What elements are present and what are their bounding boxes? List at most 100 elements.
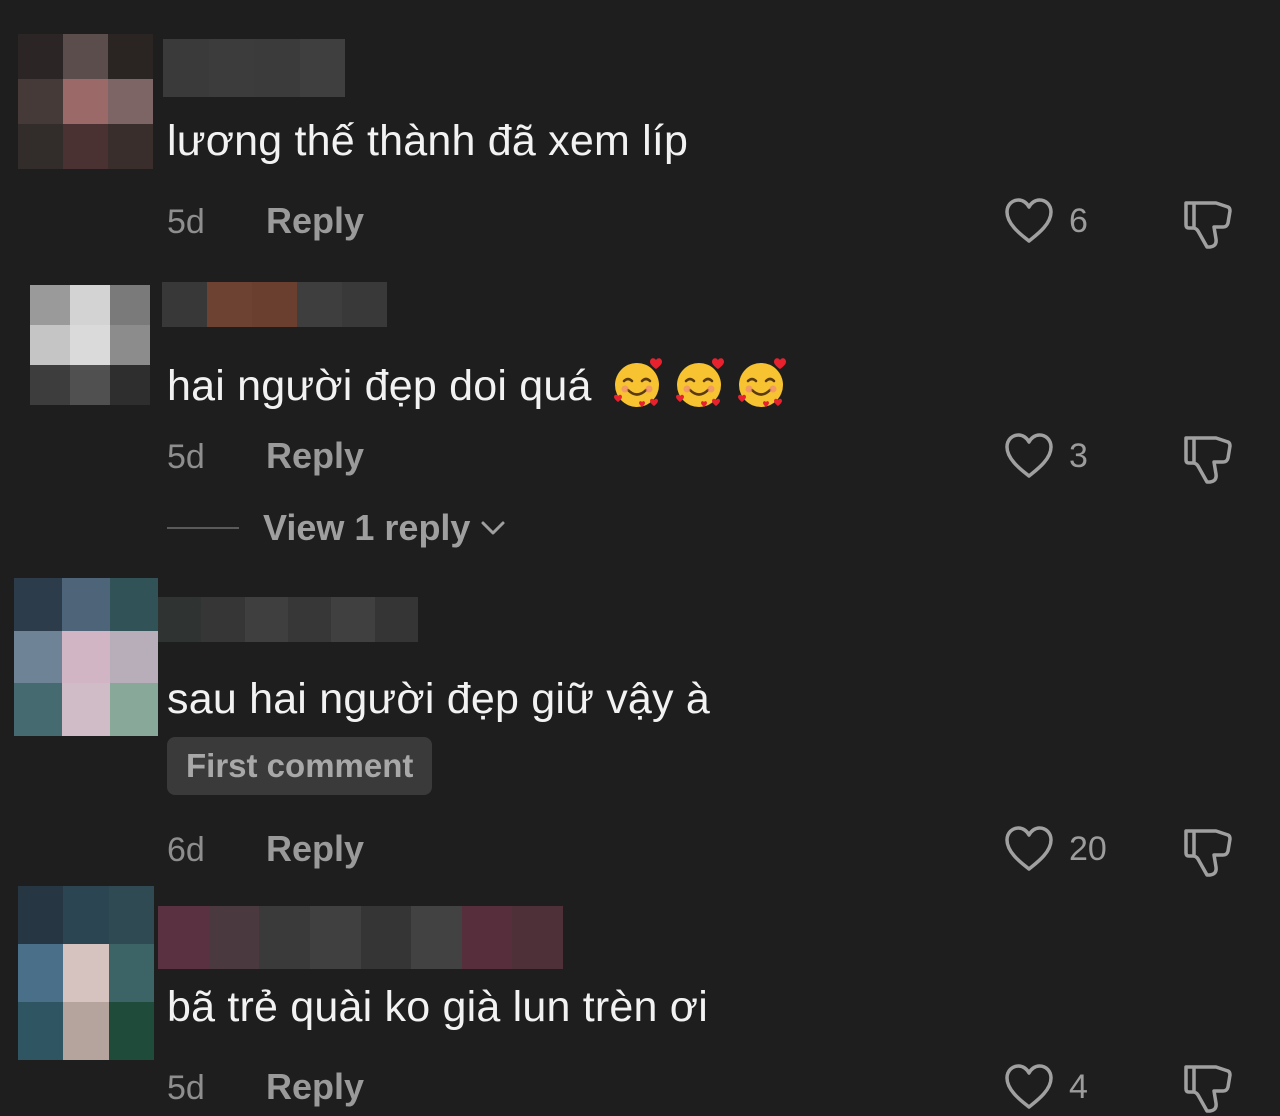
avatar-pixel [70,285,110,325]
avatar-pixel [18,34,63,79]
username-pixel [207,282,252,327]
avatar-pixel [108,1002,154,1060]
like-button[interactable]: 20 [1003,825,1107,873]
username-pixel [252,282,297,327]
reply-button[interactable]: Reply [266,438,364,474]
avatar-pixel [14,683,62,736]
avatar-pixel [62,630,110,684]
username[interactable] [158,906,563,969]
avatar-pixel [110,365,150,405]
avatar-pixel [70,325,110,365]
username-pixel [331,597,375,642]
avatar-pixel [18,1002,64,1060]
comment-text: hai người đẹp doi quá [167,356,790,410]
username[interactable] [163,39,345,97]
heart-icon [1005,433,1053,478]
reply-button[interactable]: Reply [266,203,364,239]
avatar-pixel [18,886,64,944]
avatar-pixel [30,285,70,325]
avatar-pixel [110,683,158,736]
reply-button[interactable]: Reply [266,831,364,867]
smiling-face-with-hearts-icon [613,358,662,407]
username-pixel [208,39,254,97]
comment-text: sau hai người đẹp giữ vậy à [167,675,710,723]
divider-line [167,527,239,529]
thumbs-down-icon[interactable] [1180,197,1234,251]
avatar-pixel [63,886,109,944]
avatar-pixel [110,578,158,631]
username-pixel [158,597,202,642]
username[interactable] [162,282,387,327]
username-pixel [342,282,387,327]
chevron-down-icon [481,521,505,535]
avatar-pixel [110,325,150,365]
comment-text: bã trẻ quài ko già lun trèn ơi [167,983,708,1031]
like-count: 20 [1069,830,1107,868]
username-pixel [512,906,563,969]
avatar-pixel [63,79,108,124]
thumbs-down-icon[interactable] [1180,825,1234,879]
avatar-pixel [63,1002,109,1060]
avatar[interactable] [18,886,154,1060]
avatar[interactable] [18,34,153,169]
smiling-face-with-hearts-icon [737,358,786,407]
avatar[interactable] [30,285,150,405]
avatar-pixel [14,578,62,631]
username-pixel [259,906,310,969]
username-pixel [244,597,288,642]
like-count: 3 [1069,437,1088,475]
avatar-pixel [30,365,70,405]
username-pixel [162,282,207,327]
thumbs-down-icon[interactable] [1180,432,1234,486]
avatar-pixel [108,34,153,79]
comment-time: 5d [167,1069,205,1107]
first-comment-badge: First comment [167,737,433,795]
avatar-pixel [110,285,150,325]
like-count: 4 [1069,1068,1088,1106]
comment-text-content: hai người đẹp doi quá [167,362,592,410]
avatar-pixel [18,124,63,169]
avatar-pixel [62,683,110,736]
heart-icon [1005,1064,1053,1109]
comment-time: 5d [167,438,205,476]
username-pixel [299,39,345,97]
reply-button[interactable]: Reply [266,1069,364,1105]
avatar-pixel [70,365,110,405]
username-pixel [411,906,462,969]
smiling-face-with-hearts-icon [675,358,724,407]
avatar-pixel [30,325,70,365]
avatar-pixel [63,944,109,1002]
username-pixel [208,906,260,969]
view-replies-button[interactable]: View 1 reply [167,510,506,546]
avatar-pixel [108,79,153,124]
avatar-pixel [108,886,154,944]
thumbs-down-icon[interactable] [1180,1061,1234,1115]
like-button[interactable]: 3 [1003,432,1088,480]
avatar-pixel [18,79,63,124]
like-button[interactable]: 6 [1003,197,1088,245]
username-pixel [163,39,209,97]
avatar-pixel [18,944,64,1002]
username-pixel [287,597,332,642]
avatar-pixel [62,578,110,631]
view-replies-label: View 1 reply [263,507,471,548]
avatar-pixel [63,124,108,169]
username-pixel [254,39,300,97]
username-pixel [158,906,209,969]
avatar-pixel [14,630,62,684]
comment-time: 6d [167,831,205,869]
like-button[interactable]: 4 [1003,1063,1088,1111]
heart-icon [1005,198,1053,243]
username-pixel [297,282,342,327]
like-count: 6 [1069,202,1088,240]
emoji-group [604,358,790,410]
comment-time: 5d [167,203,205,241]
username[interactable] [158,597,418,642]
username-pixel [360,906,412,969]
avatar-pixel [63,34,108,79]
avatar-pixel [110,630,158,684]
avatar[interactable] [14,578,158,736]
avatar-pixel [108,944,154,1002]
username-pixel [201,597,245,642]
username-pixel [461,906,513,969]
